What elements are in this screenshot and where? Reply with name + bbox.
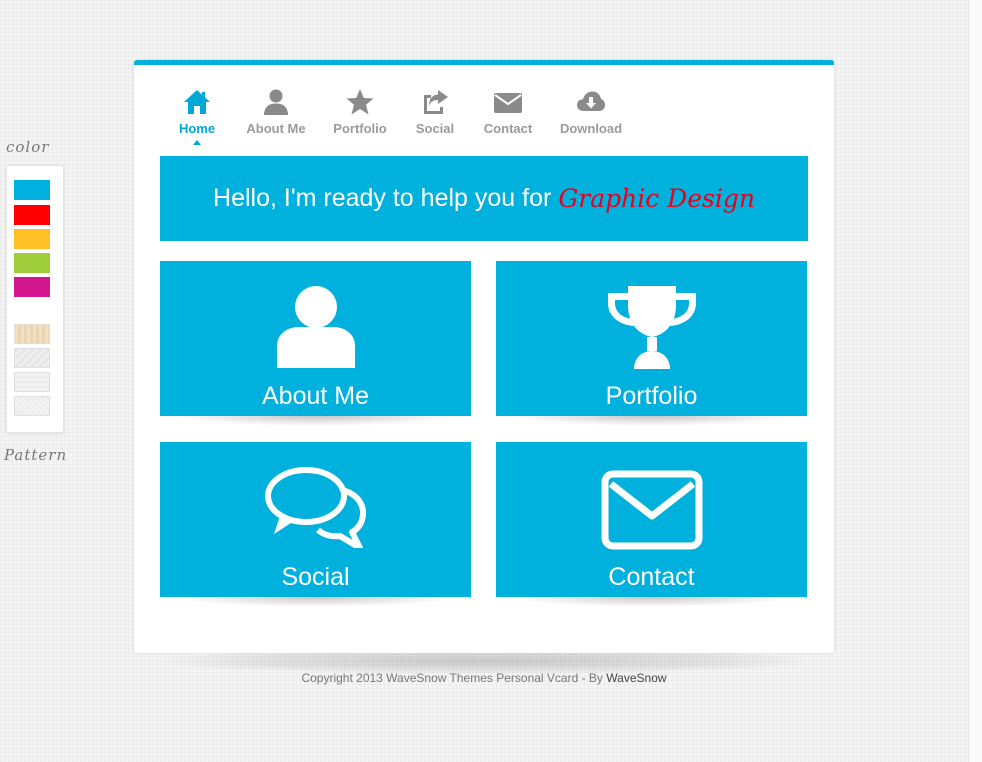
nav-label-download: Download [559, 121, 623, 136]
tile-label-portfolio: Portfolio [605, 382, 698, 410]
nav-item-home[interactable]: Home [174, 87, 220, 145]
nav-label-about: About Me [246, 121, 306, 136]
pattern-swatch-waves[interactable] [14, 372, 50, 392]
nav-label-home: Home [178, 121, 216, 136]
color-swatch-yellow[interactable] [14, 229, 50, 249]
style-switcher-panel [6, 165, 64, 433]
trophy-icon [607, 286, 696, 369]
user-icon [276, 286, 355, 368]
banner-accent-text: Graphic Design [558, 184, 755, 213]
tile-label-social: Social [281, 563, 350, 591]
intro-banner: Hello, I'm ready to help you for Graphic… [160, 156, 808, 241]
footer: Copyright 2013 WaveSnow Themes Personal … [0, 671, 968, 685]
pattern-swatch-wood[interactable] [14, 324, 50, 344]
user-icon [264, 89, 288, 115]
pattern-swatch-noise[interactable] [14, 396, 50, 416]
nav-label-portfolio: Portfolio [333, 121, 387, 136]
share-icon [424, 90, 448, 114]
vcard-container: Home About Me Portfolio Social Contact D… [134, 60, 834, 653]
color-swatch-blue[interactable] [14, 180, 50, 200]
color-label: color [6, 138, 50, 156]
tile-portfolio[interactable]: Portfolio [496, 261, 807, 426]
nav-item-contact[interactable]: Contact [482, 87, 534, 136]
tile-about-me[interactable]: About Me [160, 261, 471, 426]
color-swatch-red[interactable] [14, 205, 50, 225]
active-indicator [193, 140, 201, 145]
star-icon [346, 89, 374, 115]
color-swatch-green[interactable] [14, 253, 50, 273]
pattern-label: Pattern [4, 446, 68, 464]
nav-item-download[interactable]: Download [558, 87, 624, 136]
nav-label-contact: Contact [483, 121, 533, 136]
tile-label-contact: Contact [608, 563, 695, 591]
nav-label-social: Social [415, 121, 455, 136]
chat-bubbles-icon [264, 467, 366, 548]
tile-social[interactable]: Social [160, 442, 471, 607]
tile-contact[interactable]: Contact [496, 442, 807, 607]
color-swatch-magenta[interactable] [14, 277, 50, 297]
home-icon [184, 90, 210, 114]
tile-label-about: About Me [261, 382, 369, 410]
page-scrollbar[interactable] [968, 0, 982, 762]
copyright-text: Copyright 2013 WaveSnow Themes Personal … [301, 671, 603, 685]
banner-text: Hello, I'm ready to help you for [213, 184, 552, 212]
cloud-download-icon [577, 91, 605, 111]
pattern-swatch-diamond[interactable] [14, 348, 50, 368]
footer-author-link[interactable]: WaveSnow [606, 671, 666, 685]
nav-item-about[interactable]: About Me [244, 87, 308, 136]
envelope-icon [494, 93, 522, 113]
nav-item-portfolio[interactable]: Portfolio [332, 87, 388, 136]
envelope-icon [601, 470, 702, 550]
nav-item-social[interactable]: Social [412, 87, 458, 136]
